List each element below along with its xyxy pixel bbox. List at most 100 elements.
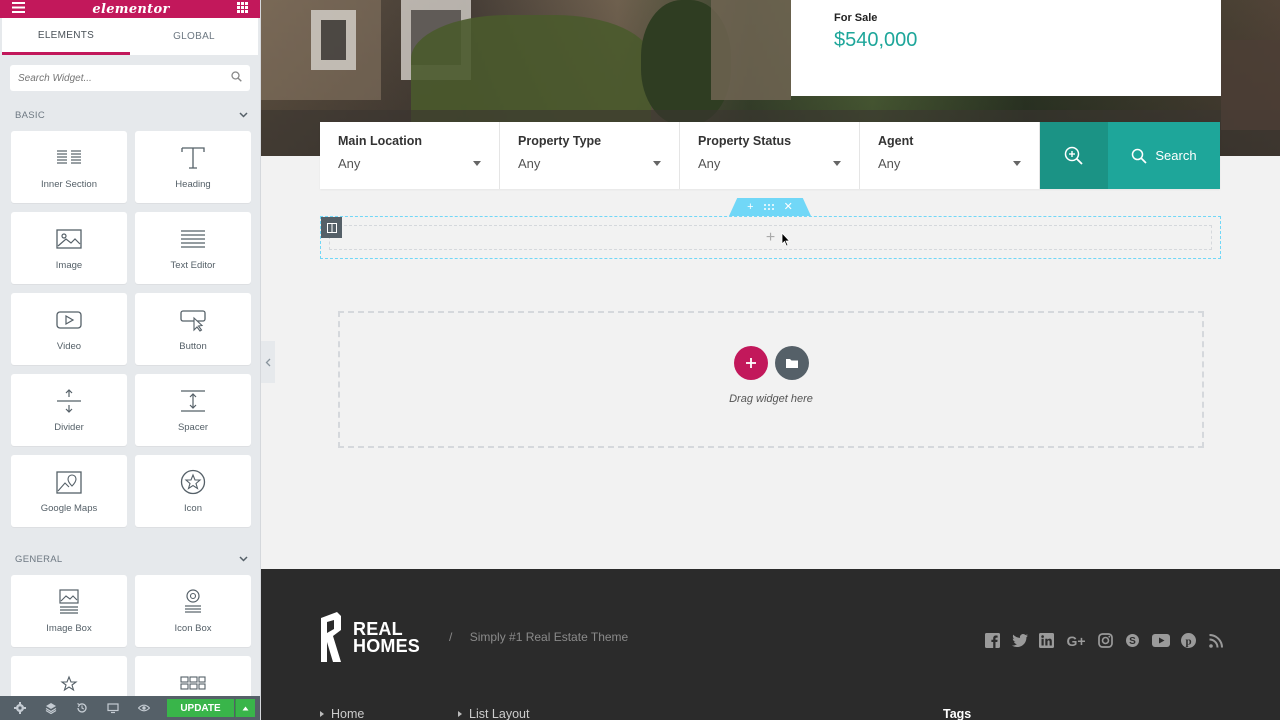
widget-label: Video xyxy=(56,340,82,352)
panel-header: elementor xyxy=(0,0,260,18)
preview-button[interactable] xyxy=(132,696,156,720)
advanced-search-button[interactable] xyxy=(1040,122,1108,189)
field-label: Property Type xyxy=(518,134,602,148)
widget-label: Text Editor xyxy=(170,259,216,271)
google-maps-icon xyxy=(56,470,82,494)
instagram-icon[interactable] xyxy=(1097,632,1114,649)
category-general[interactable]: GENERAL xyxy=(0,549,260,569)
category-basic[interactable]: BASIC xyxy=(0,105,260,125)
video-icon xyxy=(56,310,82,329)
widget-label: Inner Section xyxy=(41,178,97,190)
svg-text:p: p xyxy=(1185,636,1191,648)
google-plus-icon[interactable]: G+ xyxy=(1065,632,1087,649)
twitter-icon[interactable] xyxy=(1011,632,1028,649)
tab-elements[interactable]: ELEMENTS xyxy=(2,18,130,55)
update-button[interactable]: UPDATE xyxy=(167,699,234,717)
add-template-button[interactable] xyxy=(774,346,809,380)
category-label: GENERAL xyxy=(15,553,63,565)
widget-label: Icon Box xyxy=(174,622,212,634)
plus-icon xyxy=(745,358,756,368)
image-box-icon xyxy=(59,588,79,614)
widget-image-box[interactable]: Image Box xyxy=(11,575,127,647)
hamburger-menu-icon[interactable] xyxy=(12,0,25,18)
youtube-icon[interactable] xyxy=(1151,632,1170,649)
folder-icon xyxy=(785,359,798,368)
field-value: Any xyxy=(698,156,721,171)
search-button[interactable]: Search xyxy=(1108,122,1220,189)
text-editor-icon xyxy=(181,229,205,248)
layers-icon xyxy=(45,703,57,714)
arrow-right-icon xyxy=(458,711,462,717)
widget-google-maps[interactable]: Google Maps xyxy=(11,455,127,527)
add-widget-icon[interactable]: + xyxy=(766,229,775,247)
mouse-cursor-icon xyxy=(781,231,791,252)
facebook-icon[interactable] xyxy=(984,632,1001,649)
search-field-property-type[interactable]: Property Type Any xyxy=(500,122,680,189)
add-section-icon[interactable]: + xyxy=(747,201,753,213)
footer-link-label: Home xyxy=(331,707,365,720)
panel-footer: UPDATE xyxy=(0,696,260,720)
image-icon xyxy=(56,228,82,249)
pinterest-icon[interactable]: p xyxy=(1180,632,1197,649)
search-field-agent[interactable]: Agent Any xyxy=(860,122,1040,189)
widget-heading[interactable]: Heading xyxy=(135,131,251,203)
tagline-separator: / xyxy=(449,630,453,644)
tab-global[interactable]: GLOBAL xyxy=(130,18,258,55)
real-homes-logo[interactable]: REAL HOMES xyxy=(319,612,420,664)
widgets-grid-icon[interactable] xyxy=(237,0,248,18)
footer-link-home[interactable]: Home xyxy=(320,707,364,720)
gear-icon xyxy=(14,702,26,714)
widget-label: Image Box xyxy=(46,622,92,634)
divider-icon xyxy=(57,388,81,413)
dropdown-caret-icon xyxy=(833,161,841,166)
widget-spacer[interactable]: Spacer xyxy=(135,374,251,446)
search-widget-input[interactable] xyxy=(18,72,231,84)
navigator-button[interactable] xyxy=(39,696,63,720)
heading-icon xyxy=(181,146,205,169)
settings-button[interactable] xyxy=(8,696,32,720)
chevron-left-icon xyxy=(265,358,271,366)
chevron-down-icon xyxy=(239,110,248,121)
footer-link-list-layout[interactable]: List Layout xyxy=(458,707,529,720)
widget-image[interactable]: Image xyxy=(11,212,127,284)
search-button-label: Search xyxy=(1155,148,1197,163)
rss-icon[interactable] xyxy=(1207,632,1224,649)
history-button[interactable] xyxy=(70,696,94,720)
widget-inner-section[interactable]: Inner Section xyxy=(11,131,127,203)
widget-icon-box[interactable]: Icon Box xyxy=(135,575,251,647)
empty-section[interactable]: + xyxy=(320,216,1221,259)
update-options-button[interactable] xyxy=(235,699,255,717)
panel-tabs: ELEMENTS GLOBAL xyxy=(2,18,258,55)
field-value: Any xyxy=(878,156,901,171)
search-field-property-status[interactable]: Property Status Any xyxy=(680,122,860,189)
skype-icon[interactable]: S xyxy=(1124,632,1141,649)
property-status: For Sale xyxy=(834,12,878,24)
widget-label: Google Maps xyxy=(40,502,98,514)
add-section-dropzone[interactable]: Drag widget here xyxy=(338,311,1204,448)
dropzone-hint: Drag widget here xyxy=(729,393,813,405)
arrow-right-icon xyxy=(320,711,324,717)
widget-button[interactable]: Button xyxy=(135,293,251,365)
panel-collapse-handle[interactable] xyxy=(261,341,275,383)
category-label: BASIC xyxy=(15,109,46,121)
empty-column[interactable]: + xyxy=(329,225,1212,250)
widget-video[interactable]: Video xyxy=(11,293,127,365)
linkedin-icon[interactable] xyxy=(1038,632,1055,649)
add-new-section-button[interactable] xyxy=(733,346,768,380)
close-icon[interactable]: ✕ xyxy=(784,201,793,213)
widget-icon[interactable]: Icon xyxy=(135,455,251,527)
widget-label: Divider xyxy=(54,421,84,433)
responsive-mode-button[interactable] xyxy=(101,696,125,720)
spacer-icon xyxy=(181,389,205,412)
search-field-main-location[interactable]: Main Location Any xyxy=(320,122,500,189)
widget-divider[interactable]: Divider xyxy=(11,374,127,446)
brand-line-2: HOMES xyxy=(353,636,421,656)
drag-handle-icon[interactable] xyxy=(763,202,774,213)
property-price: $540,000 xyxy=(834,29,918,51)
field-label: Property Status xyxy=(698,134,792,148)
column-handle[interactable] xyxy=(321,217,342,238)
widget-text-editor[interactable]: Text Editor xyxy=(135,212,251,284)
caret-up-icon xyxy=(242,706,249,710)
property-search-form: Main Location Any Property Type Any Prop… xyxy=(320,122,1220,189)
real-homes-logo-mark xyxy=(321,612,341,662)
